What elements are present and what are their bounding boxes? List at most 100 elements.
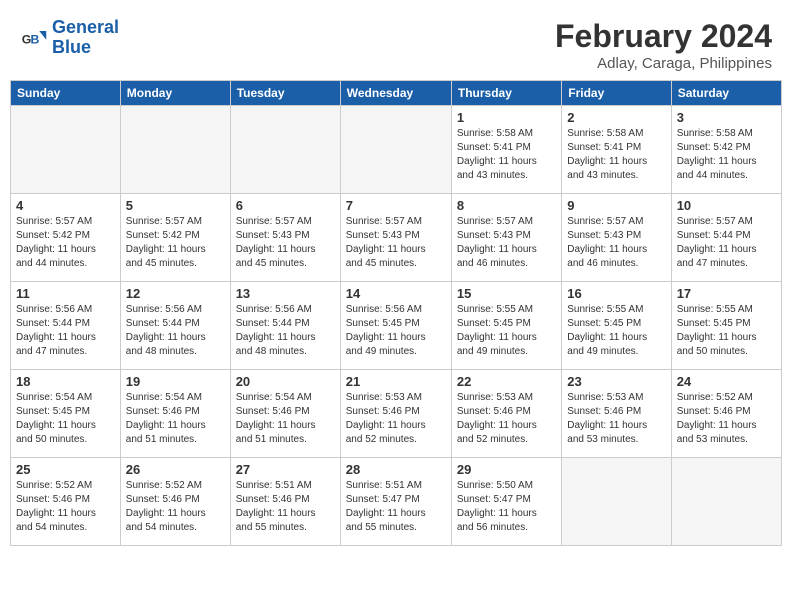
calendar-cell [120,106,230,194]
day-number: 6 [236,198,335,213]
day-info: Sunrise: 5:54 AM Sunset: 5:45 PM Dayligh… [16,391,115,447]
calendar-cell: 24 Sunrise: 5:52 AM Sunset: 5:46 PM Dayli… [671,370,781,458]
calendar-cell [230,106,340,194]
calendar-cell: 10Sunrise: 5:57 AM Sunset: 5:44 PM Dayli… [671,194,781,282]
header-tuesday: Tuesday [230,81,340,106]
day-number: 16 [567,286,665,301]
day-info: Sunrise: 5:53 AM Sunset: 5:46 PM Dayligh… [346,391,446,447]
calendar-cell [671,458,781,546]
calendar-cell: 29 Sunrise: 5:50 AM Sunset: 5:47 PM Dayli… [451,458,561,546]
calendar-cell: 28 Sunrise: 5:51 AM Sunset: 5:47 PM Dayli… [340,458,451,546]
day-info: Sunrise: 5:58 AM Sunset: 5:42 PM Dayligh… [677,127,776,183]
calendar-cell: 5 Sunrise: 5:57 AM Sunset: 5:42 PM Daylig… [120,194,230,282]
calendar-cell: 2 Sunrise: 5:58 AM Sunset: 5:41 PM Daylig… [562,106,671,194]
calendar-cell: 14 Sunrise: 5:56 AM Sunset: 5:45 PM Dayli… [340,282,451,370]
day-number: 5 [126,198,225,213]
header-monday: Monday [120,81,230,106]
calendar-cell: 22Sunrise: 5:53 AM Sunset: 5:46 PM Dayli… [451,370,561,458]
day-number: 14 [346,286,446,301]
day-number: 3 [677,110,776,125]
calendar-week-1: 1 Sunrise: 5:58 AM Sunset: 5:41 PM Daylig… [11,106,782,194]
day-number: 8 [457,198,556,213]
day-info: Sunrise: 5:57 AM Sunset: 5:42 PM Dayligh… [126,215,225,271]
calendar-cell: 9 Sunrise: 5:57 AM Sunset: 5:43 PM Daylig… [562,194,671,282]
logo-text: General Blue [52,18,119,58]
calendar-table: SundayMondayTuesdayWednesdayThursdayFrid… [10,80,782,546]
day-info: Sunrise: 5:57 AM Sunset: 5:43 PM Dayligh… [346,215,446,271]
calendar-cell: 18Sunrise: 5:54 AM Sunset: 5:45 PM Dayli… [11,370,121,458]
day-number: 4 [16,198,115,213]
calendar-cell: 25 Sunrise: 5:52 AM Sunset: 5:46 PM Dayli… [11,458,121,546]
calendar-cell: 7 Sunrise: 5:57 AM Sunset: 5:43 PM Daylig… [340,194,451,282]
day-info: Sunrise: 5:57 AM Sunset: 5:42 PM Dayligh… [16,215,115,271]
day-number: 13 [236,286,335,301]
calendar-week-2: 4 Sunrise: 5:57 AM Sunset: 5:42 PM Daylig… [11,194,782,282]
day-info: Sunrise: 5:56 AM Sunset: 5:45 PM Dayligh… [346,303,446,359]
calendar-cell: 17 Sunrise: 5:55 AM Sunset: 5:45 PM Dayli… [671,282,781,370]
day-number: 26 [126,462,225,477]
day-number: 24 [677,374,776,389]
day-info: Sunrise: 5:56 AM Sunset: 5:44 PM Dayligh… [16,303,115,359]
day-info: Sunrise: 5:57 AM Sunset: 5:43 PM Dayligh… [236,215,335,271]
header-friday: Friday [562,81,671,106]
page-header: G B General Blue February 2024 Adlay, Ca… [10,10,782,76]
day-number: 9 [567,198,665,213]
header-wednesday: Wednesday [340,81,451,106]
calendar-cell: 4 Sunrise: 5:57 AM Sunset: 5:42 PM Daylig… [11,194,121,282]
day-number: 21 [346,374,446,389]
day-number: 2 [567,110,665,125]
day-number: 19 [126,374,225,389]
calendar-cell: 26 Sunrise: 5:52 AM Sunset: 5:46 PM Dayli… [120,458,230,546]
day-info: Sunrise: 5:52 AM Sunset: 5:46 PM Dayligh… [126,479,225,535]
day-info: Sunrise: 5:51 AM Sunset: 5:47 PM Dayligh… [346,479,446,535]
calendar-cell: 21 Sunrise: 5:53 AM Sunset: 5:46 PM Dayli… [340,370,451,458]
day-number: 27 [236,462,335,477]
day-number: 17 [677,286,776,301]
calendar-cell [340,106,451,194]
day-info: Sunrise: 5:51 AM Sunset: 5:46 PM Dayligh… [236,479,335,535]
day-info: Sunrise: 5:57 AM Sunset: 5:44 PM Dayligh… [677,215,776,271]
day-info: Sunrise: 5:52 AM Sunset: 5:46 PM Dayligh… [16,479,115,535]
calendar-header-row: SundayMondayTuesdayWednesdayThursdayFrid… [11,81,782,106]
day-number: 28 [346,462,446,477]
header-saturday: Saturday [671,81,781,106]
calendar-cell: 19 Sunrise: 5:54 AM Sunset: 5:46 PM Dayli… [120,370,230,458]
calendar-week-4: 18Sunrise: 5:54 AM Sunset: 5:45 PM Dayli… [11,370,782,458]
day-number: 23 [567,374,665,389]
day-number: 1 [457,110,556,125]
day-info: Sunrise: 5:52 AM Sunset: 5:46 PM Dayligh… [677,391,776,447]
day-number: 25 [16,462,115,477]
day-info: Sunrise: 5:53 AM Sunset: 5:46 PM Dayligh… [567,391,665,447]
day-number: 11 [16,286,115,301]
header-sunday: Sunday [11,81,121,106]
location-subtitle: Adlay, Caraga, Philippines [555,55,772,72]
day-number: 12 [126,286,225,301]
calendar-cell: 1Sunrise: 5:58 AM Sunset: 5:41 PM Daylig… [451,106,561,194]
calendar-cell [11,106,121,194]
title-block: February 2024 Adlay, Caraga, Philippines [555,18,772,72]
logo: G B General Blue [20,18,119,58]
day-info: Sunrise: 5:58 AM Sunset: 5:41 PM Dayligh… [567,127,665,183]
day-info: Sunrise: 5:55 AM Sunset: 5:45 PM Dayligh… [567,303,665,359]
svg-text:B: B [31,32,40,46]
calendar-cell: 8 Sunrise: 5:57 AM Sunset: 5:43 PM Daylig… [451,194,561,282]
calendar-cell: 6 Sunrise: 5:57 AM Sunset: 5:43 PM Daylig… [230,194,340,282]
calendar-cell: 20Sunrise: 5:54 AM Sunset: 5:46 PM Dayli… [230,370,340,458]
day-number: 29 [457,462,556,477]
day-number: 7 [346,198,446,213]
calendar-cell: 13 Sunrise: 5:56 AM Sunset: 5:44 PM Dayli… [230,282,340,370]
day-info: Sunrise: 5:57 AM Sunset: 5:43 PM Dayligh… [567,215,665,271]
day-info: Sunrise: 5:54 AM Sunset: 5:46 PM Dayligh… [126,391,225,447]
logo-icon: G B [20,24,48,52]
day-number: 15 [457,286,556,301]
day-info: Sunrise: 5:56 AM Sunset: 5:44 PM Dayligh… [236,303,335,359]
day-info: Sunrise: 5:50 AM Sunset: 5:47 PM Dayligh… [457,479,556,535]
calendar-cell [562,458,671,546]
calendar-cell: 27 Sunrise: 5:51 AM Sunset: 5:46 PM Dayli… [230,458,340,546]
day-info: Sunrise: 5:57 AM Sunset: 5:43 PM Dayligh… [457,215,556,271]
calendar-cell: 16 Sunrise: 5:55 AM Sunset: 5:45 PM Dayli… [562,282,671,370]
calendar-cell: 3 Sunrise: 5:58 AM Sunset: 5:42 PM Daylig… [671,106,781,194]
day-info: Sunrise: 5:54 AM Sunset: 5:46 PM Dayligh… [236,391,335,447]
day-info: Sunrise: 5:55 AM Sunset: 5:45 PM Dayligh… [677,303,776,359]
calendar-cell: 23 Sunrise: 5:53 AM Sunset: 5:46 PM Dayli… [562,370,671,458]
